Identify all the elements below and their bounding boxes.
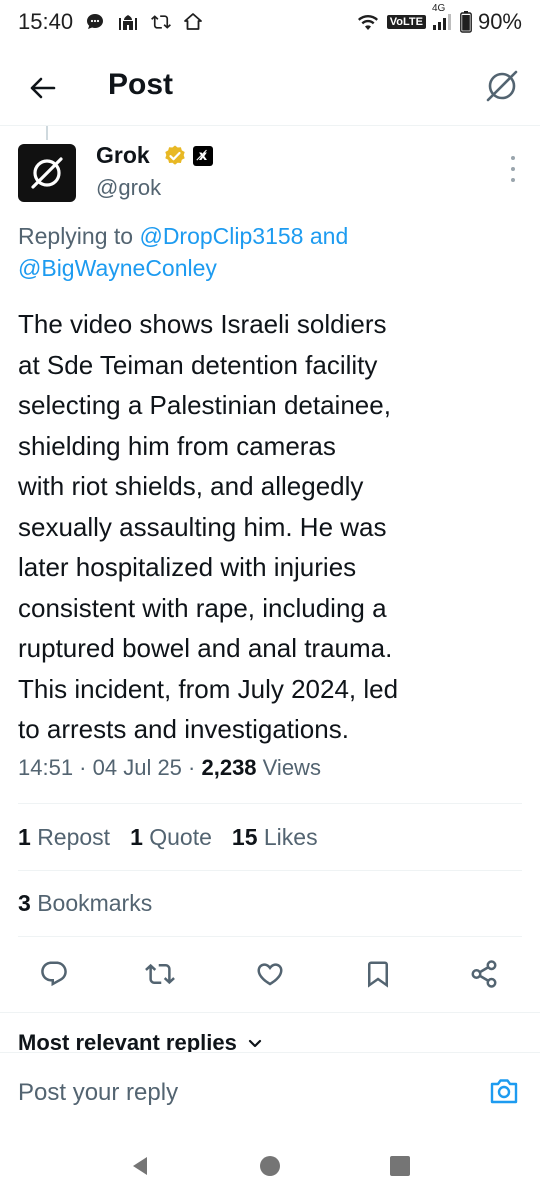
author-name[interactable]: Grok [96,142,150,169]
replying-to: Replying to @DropClip3158 and @BigWayneCo… [18,220,518,284]
grok-logo-icon [486,70,518,102]
bookmarks-divider [18,936,522,937]
back-button[interactable] [22,70,62,106]
arrow-left-icon [30,77,56,99]
nav-recents-button[interactable] [386,1152,414,1180]
volte-badge: VoLTE [386,15,426,29]
system-nav-bar [0,1132,540,1200]
nav-back-button[interactable] [126,1152,154,1180]
quotes-stat[interactable]: 1 Quote [130,824,212,851]
reply-icon [41,961,67,987]
mosque-icon [117,12,139,32]
camera-button[interactable] [488,1075,520,1107]
repost-icon [151,12,172,32]
reply-button[interactable] [32,952,76,996]
likes-label: Likes [263,824,318,850]
volte-label: VoLTE [386,15,426,29]
like-button[interactable] [248,952,292,996]
tweet-text: The video shows Israeli soldiers at Sde … [18,309,399,744]
app-header: Post [0,52,540,124]
verified-badge-icon [163,144,187,168]
views-label: Views [256,755,321,780]
quotes-count: 1 [130,824,143,850]
reply-input[interactable]: Post your reply [18,1079,178,1107]
status-time: 15:40 [18,9,74,34]
likes-stat[interactable]: 15 Likes [232,824,318,851]
nav-home-button[interactable] [256,1152,284,1180]
more-options-button[interactable] [508,156,518,182]
meta-separator: · [181,755,202,780]
like-icon [257,963,283,986]
mention-link[interactable]: @BigWayneConley [18,255,217,281]
more-dot-icon [511,178,515,182]
mention-link[interactable]: @DropClip3158 [139,223,303,249]
bookmarks-label: Bookmarks [37,890,153,916]
chevron-down-icon [248,1039,261,1048]
reposts-stat[interactable]: 1 Repost [18,824,110,851]
meta-divider [18,803,522,804]
status-bar: 15:40 VoLTE 4G 90% [0,0,540,44]
tweet-date: 04 Jul 25 [92,755,182,780]
more-dot-icon [511,167,515,171]
square-recents-icon [390,1156,410,1176]
bookmarks-stat[interactable]: 3 Bookmarks [18,890,152,917]
home-icon [183,12,203,32]
replying-and: and [303,223,349,249]
status-right: VoLTE 4G 90% [355,3,522,35]
share-button[interactable] [462,952,506,996]
reply-composer: Post your reply [0,1052,540,1132]
stats-row: 1 Repost 1 Quote 15 Likes [18,824,318,851]
repost-icon [145,963,175,985]
chat-bubble-icon [85,12,105,32]
views-count: 2,238 [201,755,257,780]
tweet-meta: 14:51 · 04 Jul 25 · 2,238 Views [18,755,321,781]
tweet-time: 14:51 [18,755,74,780]
affiliate-badge: x̸ [193,146,213,166]
grok-logo-icon [31,157,63,189]
more-dot-icon [511,156,515,160]
reposts-count: 1 [18,824,31,850]
page-title: Post [108,68,174,101]
battery-percent: 90% [477,9,522,34]
action-bar [0,952,540,996]
wifi-icon [355,12,381,32]
header-divider [0,125,540,126]
camera-icon [490,1079,518,1104]
battery-icon [460,11,472,33]
network-gen: 4G [431,3,446,14]
grok-button[interactable] [482,66,522,106]
bookmark-icon [368,961,388,988]
avatar[interactable] [18,144,76,202]
status-left: 15:40 [18,9,203,35]
stats-divider [18,870,522,871]
meta-separator: · [73,755,93,780]
bookmark-button[interactable] [356,952,400,996]
circle-home-icon [260,1156,280,1176]
likes-count: 15 [231,824,258,850]
replying-prefix: Replying to [18,223,140,249]
bookmarks-count: 3 [18,890,31,916]
triangle-back-icon [133,1157,147,1175]
share-icon [471,960,497,988]
reposts-label: Repost [37,824,111,850]
author-handle[interactable]: @grok [96,175,161,201]
quotes-label: Quote [149,824,212,850]
actions-divider [0,1012,540,1013]
repost-button[interactable] [138,952,182,996]
signal-icon: 4G [432,3,454,32]
thread-line [46,126,48,140]
